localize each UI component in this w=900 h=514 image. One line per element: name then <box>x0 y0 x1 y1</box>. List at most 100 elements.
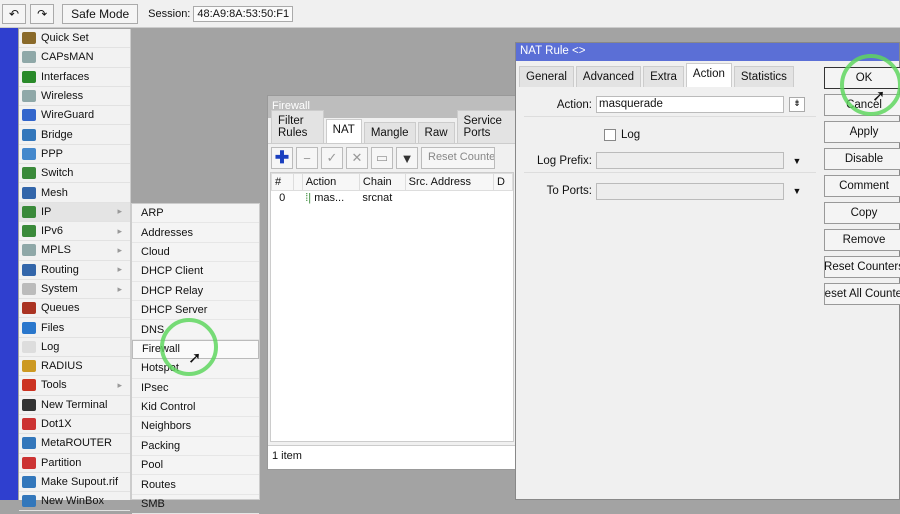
menu-item-ppp[interactable]: PPP <box>19 145 130 165</box>
dropdown-icon[interactable]: ⇟ <box>789 97 805 112</box>
cursor-icon: ➚ <box>872 88 886 105</box>
dot1x-icon <box>22 418 36 431</box>
menu-item-metarouter[interactable]: MetaROUTER <box>19 434 130 454</box>
new-terminal-icon <box>22 398 36 411</box>
menu-item-switch[interactable]: Switch <box>19 164 130 184</box>
comment-button[interactable]: Comment <box>824 175 900 197</box>
menu-item-label: RADIUS <box>41 360 83 373</box>
submenu-item-routes[interactable]: Routes <box>132 475 259 495</box>
filter-button[interactable]: ▼ <box>396 147 418 169</box>
switch-icon <box>22 167 36 180</box>
dialog-title[interactable]: NAT Rule <> <box>516 43 899 61</box>
menu-item-interfaces[interactable]: Interfaces <box>19 68 130 87</box>
submenu-item-dhcp-client[interactable]: DHCP Client <box>132 262 259 282</box>
dropdown-arrow-icon[interactable]: ▼ <box>789 156 805 166</box>
submenu-item-dhcp-server[interactable]: DHCP Server <box>132 301 259 321</box>
menu-item-mpls[interactable]: MPLS ▸ <box>19 241 130 261</box>
apply-button[interactable]: Apply <box>824 121 900 143</box>
disable-button[interactable]: Disable <box>824 148 900 170</box>
tab-action[interactable]: Action <box>685 63 732 87</box>
tab-extra[interactable]: Extra <box>643 66 684 87</box>
firewall-tabs: Filter Rules NAT Mangle Raw Service Ports <box>268 110 516 144</box>
menu-item-wireguard[interactable]: WireGuard <box>19 106 130 126</box>
menu-item-label: MetaROUTER <box>41 437 112 450</box>
menu-item-mesh[interactable]: Mesh <box>19 183 130 203</box>
enable-button[interactable]: ✓ <box>321 147 343 169</box>
add-button[interactable]: ✚ <box>271 147 293 169</box>
submenu-item-dhcp-relay[interactable]: DHCP Relay <box>132 282 259 301</box>
submenu-item-neighbors[interactable]: Neighbors <box>132 417 259 437</box>
menu-item-bridge[interactable]: Bridge <box>19 125 130 145</box>
column-header[interactable]: Src. Address <box>404 173 494 191</box>
menu-item-ip[interactable]: IP ▸ <box>19 202 130 222</box>
tab-general[interactable]: General <box>519 66 574 87</box>
menu-item-capsman[interactable]: CAPsMAN <box>19 48 130 68</box>
partition-icon <box>22 456 36 469</box>
undo-button[interactable]: ↶ <box>2 3 27 24</box>
column-header[interactable]: Action <box>301 173 360 191</box>
submenu-item-cloud[interactable]: Cloud <box>132 243 259 263</box>
safe-mode-button[interactable]: Safe Mode <box>62 3 139 24</box>
menu-item-label: PPP <box>41 147 64 160</box>
submenu-item-packing[interactable]: Packing <box>132 437 259 457</box>
menu-item-label: Mesh <box>41 186 68 199</box>
menu-item-make-supout-rif[interactable]: Make Supout.rif <box>19 473 130 493</box>
column-header[interactable] <box>292 173 303 191</box>
comment-button[interactable]: ▭ <box>371 147 393 169</box>
menu-item-label: Files <box>41 321 65 334</box>
submenu-item-kid-control[interactable]: Kid Control <box>132 398 259 418</box>
session-value[interactable]: 48:A9:8A:53:50:F1 <box>193 5 294 22</box>
menu-item-radius[interactable]: RADIUS <box>19 357 130 377</box>
menu-item-routing[interactable]: Routing ▸ <box>19 261 130 280</box>
to-ports-input[interactable] <box>596 182 784 200</box>
column-header[interactable]: Chain <box>358 173 406 191</box>
tab-filter-rules[interactable]: Filter Rules <box>271 110 324 143</box>
menu-item-system[interactable]: System ▸ <box>19 280 130 300</box>
redo-button[interactable]: ↷ <box>30 3 55 24</box>
column-header[interactable]: # <box>271 173 294 191</box>
tab-raw[interactable]: Raw <box>417 122 455 143</box>
copy-button[interactable]: Copy <box>824 202 900 224</box>
disable-button[interactable]: ✕ <box>346 147 368 169</box>
menu-item-label: WireGuard <box>41 109 95 122</box>
remove-button[interactable]: − <box>296 147 318 169</box>
action-select[interactable]: masquerade <box>596 96 784 113</box>
menu-item-files[interactable]: Files <box>19 318 130 338</box>
tab-advanced[interactable]: Advanced <box>575 66 642 87</box>
table-row[interactable]: 0 ⁞| mas... srcnat <box>272 191 513 206</box>
submenu-item-pool[interactable]: Pool <box>132 456 259 476</box>
tab-service-ports[interactable]: Service Ports <box>456 110 516 143</box>
log-label: Log <box>621 129 641 141</box>
submenu-item-arp[interactable]: ARP <box>132 204 259 224</box>
submenu-item-ipsec[interactable]: IPsec <box>132 379 259 398</box>
column-header[interactable]: D <box>492 173 514 191</box>
remove-button[interactable]: Remove <box>824 229 900 251</box>
submenu-item-smb[interactable]: SMB <box>132 495 259 514</box>
dropdown-arrow-icon[interactable]: ▼ <box>789 186 805 196</box>
session: Session: 48:A9:8A:53:50:F1 <box>148 5 294 22</box>
menu-item-new-winbox[interactable]: New WinBox <box>19 492 130 512</box>
log-prefix-input[interactable] <box>596 152 784 169</box>
menu-item-tools[interactable]: Tools ▸ <box>19 376 130 396</box>
radius-icon <box>22 360 36 373</box>
menu-item-ipv6[interactable]: IPv6 ▸ <box>19 222 130 242</box>
log-checkbox[interactable] <box>604 129 616 141</box>
capsman-icon <box>22 51 36 64</box>
tab-mangle[interactable]: Mangle <box>363 122 416 143</box>
submenu-arrow-icon: ▸ <box>117 206 122 217</box>
menu-item-queues[interactable]: Queues <box>19 299 130 319</box>
reset-counters-button[interactable]: Reset Counters <box>421 147 495 169</box>
menu-item-wireless[interactable]: Wireless <box>19 87 130 107</box>
menu-item-log[interactable]: Log <box>19 338 130 358</box>
mesh-icon <box>22 186 36 199</box>
menu-item-dot1x[interactable]: Dot1X <box>19 415 130 435</box>
menu-item-new-terminal[interactable]: New Terminal <box>19 396 130 415</box>
tab-nat[interactable]: NAT <box>325 119 362 143</box>
menu-item-quick-set[interactable]: Quick Set <box>19 29 130 49</box>
submenu-item-addresses[interactable]: Addresses <box>132 223 259 243</box>
reset-all-counters-button[interactable]: Reset All Counters <box>824 283 900 305</box>
tab-statistics[interactable]: Statistics <box>733 66 794 87</box>
menu-item-partition[interactable]: Partition <box>19 454 130 473</box>
reset-counters-button[interactable]: Reset Counters <box>824 256 900 278</box>
mpls-icon <box>22 244 36 257</box>
